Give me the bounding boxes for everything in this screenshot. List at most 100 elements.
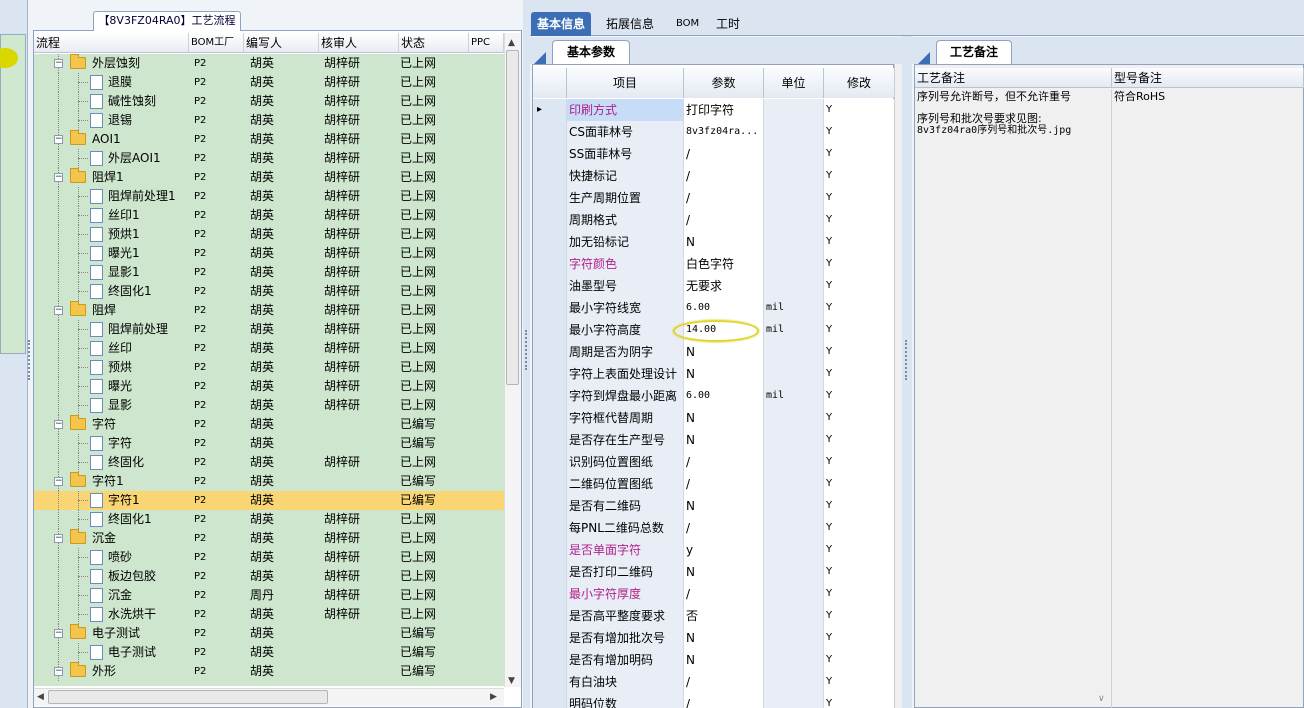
col-process-note[interactable]: 工艺备注: [915, 68, 1112, 88]
col-flow[interactable]: 流程: [34, 33, 189, 53]
tree-row[interactable]: 退锡 P2 胡英 胡梓研 已上网: [34, 111, 504, 130]
param-row[interactable]: 字符到焊盘最小距离 6.00 mil Y: [533, 385, 895, 407]
tree-row[interactable]: 终固化 P2 胡英 胡梓研 已上网: [34, 453, 504, 472]
param-modify-cell[interactable]: Y: [824, 385, 895, 407]
col-ppc[interactable]: PPC: [469, 33, 504, 53]
param-row[interactable]: CS面菲林号 8v3fz04ra... Y: [533, 121, 895, 143]
param-row[interactable]: 二维码位置图纸 / Y: [533, 473, 895, 495]
tree-row[interactable]: 丝印1 P2 胡英 胡梓研 已上网: [34, 206, 504, 225]
param-row[interactable]: 每PNL二维码总数 / Y: [533, 517, 895, 539]
row-indicator[interactable]: [533, 231, 567, 253]
process-note-text[interactable]: 序列号允许断号，但不允许重号 序列号和批次号要求见图: 8v3fz04ra0序列…: [915, 89, 1112, 708]
row-indicator[interactable]: [533, 539, 567, 561]
tree-row[interactable]: 显影1 P2 胡英 胡梓研 已上网: [34, 263, 504, 282]
scroll-down-arrow-icon[interactable]: ▼: [508, 676, 515, 686]
param-row[interactable]: 字符颜色 白色字符 Y: [533, 253, 895, 275]
tree-row[interactable]: 水洗烘干 P2 胡英 胡梓研 已上网: [34, 605, 504, 624]
param-modify-cell[interactable]: Y: [824, 495, 895, 517]
col-reviewer[interactable]: 核审人: [319, 33, 399, 53]
tree-row[interactable]: − AOI1 P2 胡英 胡梓研 已上网: [34, 130, 504, 149]
param-value-cell[interactable]: /: [684, 671, 764, 693]
params-vertical-scrollbar[interactable]: [894, 64, 902, 708]
param-modify-cell[interactable]: Y: [824, 473, 895, 495]
param-value-cell[interactable]: /: [684, 451, 764, 473]
param-value-cell[interactable]: /: [684, 209, 764, 231]
tree-row[interactable]: − 字符1 P2 胡英 已编写: [34, 472, 504, 491]
tree-row[interactable]: − 阻焊 P2 胡英 胡梓研 已上网: [34, 301, 504, 320]
tree-row[interactable]: 喷砂 P2 胡英 胡梓研 已上网: [34, 548, 504, 567]
row-indicator[interactable]: [533, 517, 567, 539]
col-item[interactable]: 项目: [567, 68, 684, 98]
param-row[interactable]: 有白油块 / Y: [533, 671, 895, 693]
param-value-cell[interactable]: N: [684, 649, 764, 671]
param-value-cell[interactable]: /: [684, 583, 764, 605]
col-bom-factory[interactable]: BOM工厂: [189, 33, 244, 53]
param-modify-cell[interactable]: Y: [824, 627, 895, 649]
param-row[interactable]: 是否存在生产型号 N Y: [533, 429, 895, 451]
param-value-cell[interactable]: N: [684, 341, 764, 363]
tree-row[interactable]: 曝光 P2 胡英 胡梓研 已上网: [34, 377, 504, 396]
row-indicator[interactable]: ▸: [533, 99, 567, 121]
tree-row[interactable]: 电子测试 P2 胡英 已编写: [34, 643, 504, 662]
param-value-cell[interactable]: N: [684, 407, 764, 429]
param-row[interactable]: 是否有增加明码 N Y: [533, 649, 895, 671]
param-modify-cell[interactable]: Y: [824, 671, 895, 693]
param-row[interactable]: 快捷标记 / Y: [533, 165, 895, 187]
row-indicator[interactable]: [533, 671, 567, 693]
tree-row[interactable]: 碱性蚀刻 P2 胡英 胡梓研 已上网: [34, 92, 504, 111]
tree-horizontal-scroll-thumb[interactable]: [48, 690, 328, 704]
tree-row[interactable]: 终固化1 P2 胡英 胡梓研 已上网: [34, 510, 504, 529]
param-row[interactable]: 识别码位置图纸 / Y: [533, 451, 895, 473]
scroll-left-arrow-icon[interactable]: ◀: [37, 692, 44, 702]
param-modify-cell[interactable]: Y: [824, 583, 895, 605]
tree-row[interactable]: 阻焊前处理 P2 胡英 胡梓研 已上网: [34, 320, 504, 339]
col-unit[interactable]: 单位: [764, 68, 824, 98]
param-modify-cell[interactable]: Y: [824, 319, 895, 341]
param-value-cell[interactable]: /: [684, 517, 764, 539]
splitter-grip[interactable]: [28, 340, 32, 380]
row-indicator[interactable]: [533, 187, 567, 209]
param-modify-cell[interactable]: Y: [824, 649, 895, 671]
param-value-cell[interactable]: 6.00: [684, 297, 764, 319]
row-indicator[interactable]: [533, 143, 567, 165]
tree-row[interactable]: 沉金 P2 周丹 胡梓研 已上网: [34, 586, 504, 605]
collapse-toggle-icon[interactable]: −: [54, 135, 63, 144]
param-value-cell[interactable]: N: [684, 231, 764, 253]
model-note-text[interactable]: 符合RoHS: [1112, 89, 1304, 708]
param-value-cell[interactable]: 6.00: [684, 385, 764, 407]
row-indicator[interactable]: [533, 341, 567, 363]
param-value-cell[interactable]: N: [684, 627, 764, 649]
param-row[interactable]: 是否单面字符 y Y: [533, 539, 895, 561]
col-model-note[interactable]: 型号备注: [1112, 68, 1304, 88]
col-modify[interactable]: 修改: [824, 68, 895, 98]
param-value-cell[interactable]: 白色字符: [684, 253, 764, 275]
row-indicator[interactable]: [533, 319, 567, 341]
param-row[interactable]: 是否打印二维码 N Y: [533, 561, 895, 583]
param-row[interactable]: 最小字符线宽 6.00 mil Y: [533, 297, 895, 319]
collapse-toggle-icon[interactable]: −: [54, 173, 63, 182]
tree-row[interactable]: − 外形 P2 胡英 已编写: [34, 662, 504, 681]
param-value-cell[interactable]: N: [684, 495, 764, 517]
param-row[interactable]: 周期格式 / Y: [533, 209, 895, 231]
tree-vertical-scroll-thumb[interactable]: [506, 50, 519, 385]
param-row[interactable]: 周期是否为阴字 N Y: [533, 341, 895, 363]
collapse-toggle-icon[interactable]: −: [54, 420, 63, 429]
row-indicator[interactable]: [533, 297, 567, 319]
param-modify-cell[interactable]: Y: [824, 297, 895, 319]
param-row[interactable]: 字符框代替周期 N Y: [533, 407, 895, 429]
col-param[interactable]: 参数: [684, 68, 764, 98]
param-modify-cell[interactable]: Y: [824, 121, 895, 143]
param-value-cell[interactable]: /: [684, 143, 764, 165]
param-modify-cell[interactable]: Y: [824, 165, 895, 187]
tree-row[interactable]: 预烘 P2 胡英 胡梓研 已上网: [34, 358, 504, 377]
param-value-cell[interactable]: N: [684, 429, 764, 451]
param-modify-cell[interactable]: Y: [824, 363, 895, 385]
tab-bom[interactable]: BOM: [670, 12, 705, 36]
row-indicator[interactable]: [533, 693, 567, 708]
row-indicator[interactable]: [533, 561, 567, 583]
tree-row[interactable]: − 电子测试 P2 胡英 已编写: [34, 624, 504, 643]
param-value-cell[interactable]: 打印字符: [684, 99, 764, 121]
param-row[interactable]: 生产周期位置 / Y: [533, 187, 895, 209]
param-row[interactable]: 加无铅标记 N Y: [533, 231, 895, 253]
row-indicator[interactable]: [533, 121, 567, 143]
